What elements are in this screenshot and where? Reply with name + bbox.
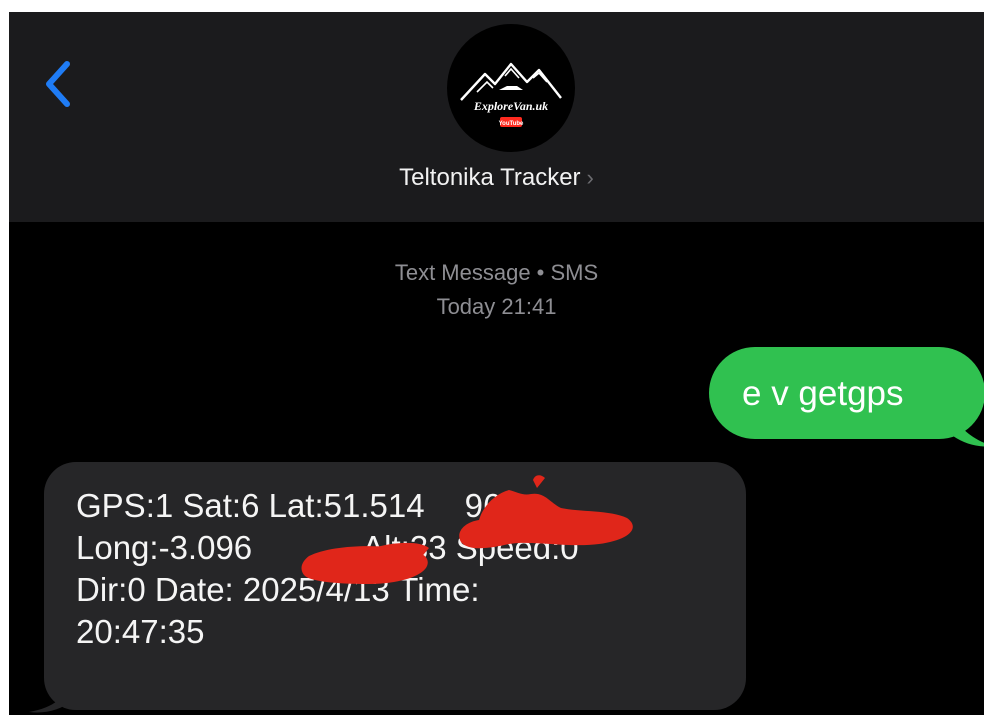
outgoing-message-text: e v getgps <box>742 374 904 413</box>
youtube-badge-text: YouTube <box>499 121 524 127</box>
incoming-bubble-tail <box>29 682 73 713</box>
chevron-right-icon: › <box>586 165 594 190</box>
contact-name-button[interactable]: Teltonika Tracker › <box>9 164 984 192</box>
messages-screen: ExploreVan.uk YouTube Teltonika Tracker ›… <box>9 12 984 715</box>
logo-text: ExploreVan.uk <box>473 99 548 113</box>
incoming-line-4: 20:47:35 <box>76 613 205 650</box>
outgoing-bubble-tail <box>953 414 984 447</box>
message-timestamp: Today 21:41 <box>436 294 557 319</box>
contact-name: Teltonika Tracker <box>399 164 581 191</box>
back-button[interactable] <box>37 54 87 114</box>
contact-avatar[interactable]: ExploreVan.uk YouTube <box>447 24 575 152</box>
outgoing-message-bubble[interactable]: e v getgps <box>709 347 984 439</box>
conversation-header: ExploreVan.uk YouTube Teltonika Tracker › <box>9 12 984 222</box>
explorevan-logo: ExploreVan.uk YouTube <box>460 62 562 127</box>
service-label: Text Message • SMS <box>394 260 599 285</box>
redaction-scribble <box>301 475 633 584</box>
chevron-left-icon <box>46 61 70 107</box>
